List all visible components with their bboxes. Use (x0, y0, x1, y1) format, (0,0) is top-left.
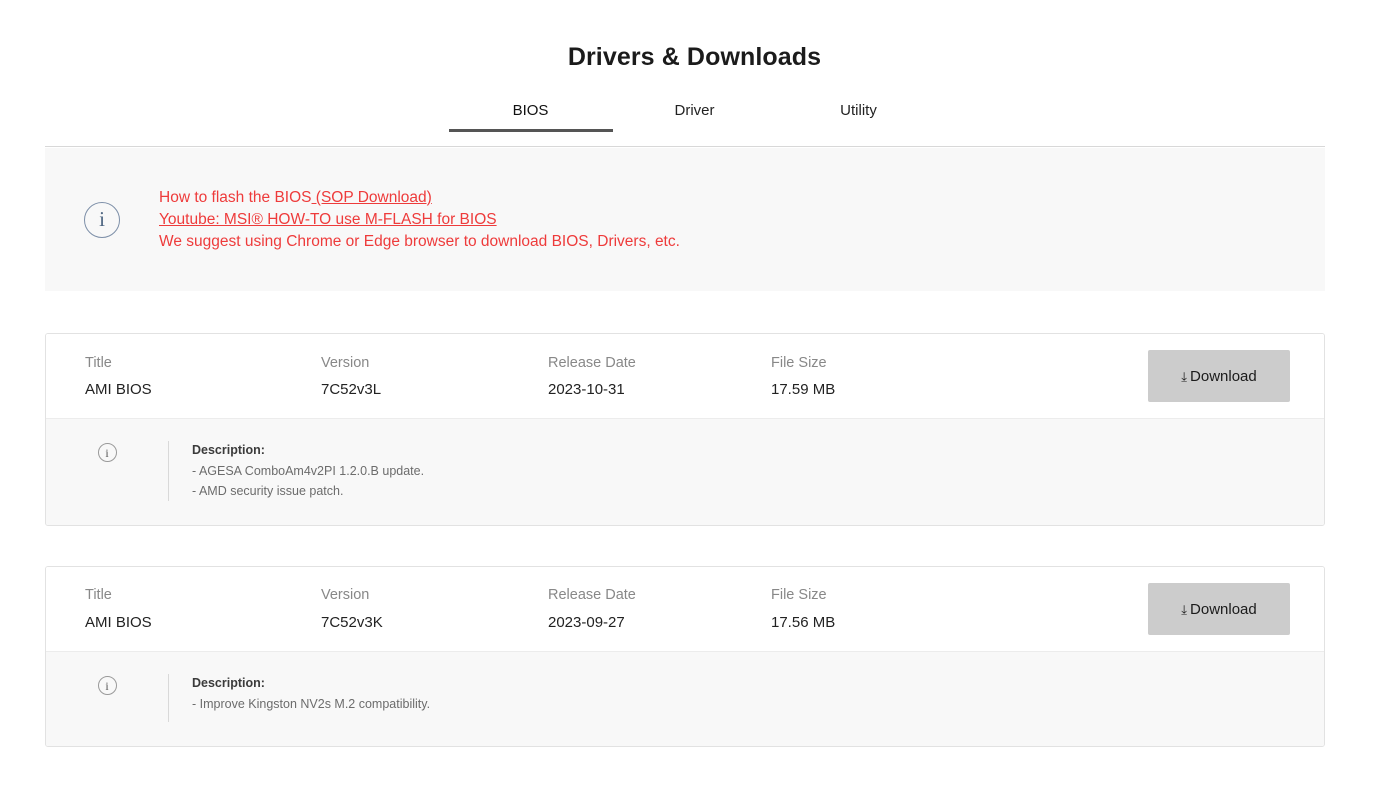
column-title: Title AMI BIOS (85, 354, 321, 398)
cell-version: 7C52v3K (321, 613, 383, 631)
cell-title: AMI BIOS (85, 613, 152, 631)
info-icon-glyph: i (105, 678, 109, 693)
column-version: Version 7C52v3L (321, 354, 548, 398)
tab-list: BIOS Driver Utility (0, 102, 1389, 133)
download-card-summary: Title AMI BIOS Version 7C52v3K Release D… (46, 567, 1324, 652)
cell-title: AMI BIOS (85, 381, 152, 398)
download-button[interactable]: ⤓ Download (1148, 583, 1290, 636)
column-action: ⤓ Download (1148, 350, 1290, 403)
column-release-date: Release Date 2023-10-31 (548, 354, 771, 398)
download-button-label: Download (1190, 600, 1257, 618)
description-label: Description: (192, 676, 265, 691)
youtube-mflash-link[interactable]: Youtube: MSI® HOW-TO use M-FLASH for BIO… (159, 211, 497, 228)
column-header-title: Title (85, 354, 112, 371)
column-header-version: Version (321, 354, 370, 371)
description-icon-wrap: i (46, 441, 168, 463)
column-header-release-date: Release Date (548, 587, 636, 604)
notice-text: How to flash the BIOS (SOP Download) You… (159, 187, 680, 253)
download-button-label: Download (1190, 367, 1257, 385)
cell-file-size: 17.56 MB (771, 613, 836, 631)
description-line: - AMD security issue patch. (192, 483, 344, 498)
bios-notice-banner: i How to flash the BIOS (SOP Download) Y… (45, 148, 1325, 292)
tab-driver-label: Driver (674, 102, 715, 120)
tab-bar-divider (45, 146, 1325, 148)
column-header-release-date: Release Date (548, 354, 636, 371)
download-card: Title AMI BIOS Version 7C52v3L Release D… (45, 333, 1325, 527)
download-card-summary: Title AMI BIOS Version 7C52v3L Release D… (46, 334, 1324, 419)
download-button[interactable]: ⤓ Download (1148, 350, 1290, 403)
page-title: Drivers & Downloads (567, 42, 822, 71)
tab-utility[interactable]: Utility (777, 102, 941, 132)
download-arrow-icon: ⤓ (1181, 601, 1188, 617)
tab-bar: BIOS Driver Utility (0, 102, 1389, 148)
column-title: Title AMI BIOS (85, 588, 321, 630)
notice-icon-wrap: i (45, 201, 159, 238)
description-body: Description: - AGESA ComboAm4v2PI 1.2.0.… (168, 441, 425, 502)
download-card-description: i Description: - AGESA ComboAm4v2PI 1.2.… (46, 418, 1324, 526)
column-header-file-size: File Size (771, 587, 827, 604)
info-icon: i (84, 201, 120, 238)
column-header-file-size: File Size (771, 354, 827, 371)
description-icon-wrap: i (46, 674, 168, 696)
cell-file-size: 17.59 MB (771, 381, 836, 398)
info-icon-glyph: i (105, 445, 109, 460)
notice-line-1: How to flash the BIOS (SOP Download) (159, 187, 680, 209)
column-file-size: File Size 17.56 MB (771, 588, 1001, 630)
tab-utility-label: Utility (840, 102, 877, 120)
column-release-date: Release Date 2023-09-27 (548, 588, 771, 630)
spacer-between-cards (0, 526, 1389, 566)
cell-release-date: 2023-09-27 (548, 613, 625, 631)
download-card: Title AMI BIOS Version 7C52v3K Release D… (45, 566, 1325, 748)
column-version: Version 7C52v3K (321, 588, 548, 630)
spacer-after-notice (0, 291, 1389, 333)
column-header-version: Version (321, 587, 370, 604)
info-icon: i (97, 443, 117, 463)
description-line: - Improve Kingston NV2s M.2 compatibilit… (192, 696, 431, 711)
info-icon: i (97, 676, 117, 696)
download-card-description: i Description: - Improve Kingston NV2s M… (46, 651, 1324, 747)
notice-line-2: Youtube: MSI® HOW-TO use M-FLASH for BIO… (159, 209, 680, 231)
download-arrow-icon: ⤓ (1181, 368, 1188, 384)
description-body: Description: - Improve Kingston NV2s M.2… (168, 674, 431, 723)
column-action: ⤓ Download (1148, 583, 1290, 636)
notice-line-1-plain: How to flash the BIOS (159, 188, 312, 206)
notice-line-3: We suggest using Chrome or Edge browser … (159, 232, 680, 250)
column-file-size: File Size 17.59 MB (771, 354, 1001, 398)
tab-bios-label: BIOS (512, 102, 549, 120)
tab-driver[interactable]: Driver (613, 102, 777, 132)
info-icon-glyph: i (99, 207, 105, 232)
sop-download-link[interactable]: (SOP Download) (312, 189, 432, 206)
description-label: Description: (192, 443, 265, 458)
cell-release-date: 2023-10-31 (548, 381, 625, 398)
column-header-title: Title (85, 587, 112, 604)
description-line: - AGESA ComboAm4v2PI 1.2.0.B update. (192, 463, 425, 478)
tab-bios[interactable]: BIOS (448, 102, 613, 133)
cell-version: 7C52v3L (321, 381, 382, 398)
